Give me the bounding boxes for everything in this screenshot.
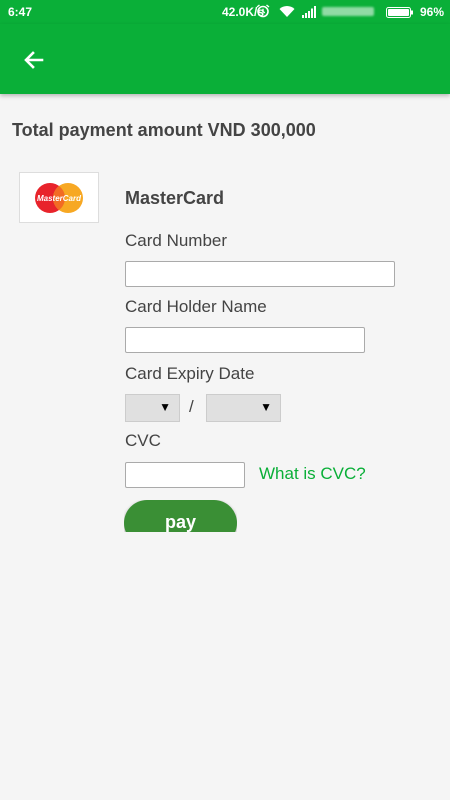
total-payment-amount: Total payment amount VND 300,000 <box>12 120 316 140</box>
mastercard-logo-icon: MasterCard <box>35 183 83 213</box>
pay-button[interactable]: pay <box>124 500 237 532</box>
wifi-icon <box>279 6 295 18</box>
mastercard-logo: MasterCard <box>19 172 99 223</box>
card-number-input[interactable] <box>125 261 395 287</box>
cvc-label: CVC <box>125 431 161 450</box>
app-toolbar <box>0 24 450 94</box>
card-holder-name-input[interactable] <box>125 327 365 353</box>
card-expiry-date-label: Card Expiry Date <box>125 364 255 383</box>
cvc-input[interactable] <box>125 462 245 488</box>
card-brand-name: MasterCard <box>125 188 225 208</box>
expiry-year-select[interactable]: ▼ <box>206 394 281 422</box>
dropdown-arrow-icon: ▼ <box>260 400 272 414</box>
status-bar: 6:47 42.0K/s 96% <box>0 0 450 24</box>
alarm-icon <box>256 4 270 18</box>
battery-percent: 96% <box>420 5 445 19</box>
arrow-left-icon[interactable] <box>22 48 46 72</box>
expiry-separator: / <box>189 397 194 416</box>
battery-icon <box>386 7 413 18</box>
card-holder-name-label: Card Holder Name <box>125 297 267 316</box>
carrier-name-blurred <box>322 7 374 16</box>
card-number-label: Card Number <box>125 231 228 250</box>
dropdown-arrow-icon: ▼ <box>159 400 171 414</box>
status-time: 6:47 <box>8 5 33 19</box>
pay-button-container: pay <box>124 500 237 532</box>
expiry-month-select[interactable]: ▼ <box>125 394 180 422</box>
signal-icon <box>302 6 316 18</box>
mastercard-logo-text: MasterCard <box>37 194 82 203</box>
what-is-cvc-link[interactable]: What is CVC? <box>259 464 366 484</box>
